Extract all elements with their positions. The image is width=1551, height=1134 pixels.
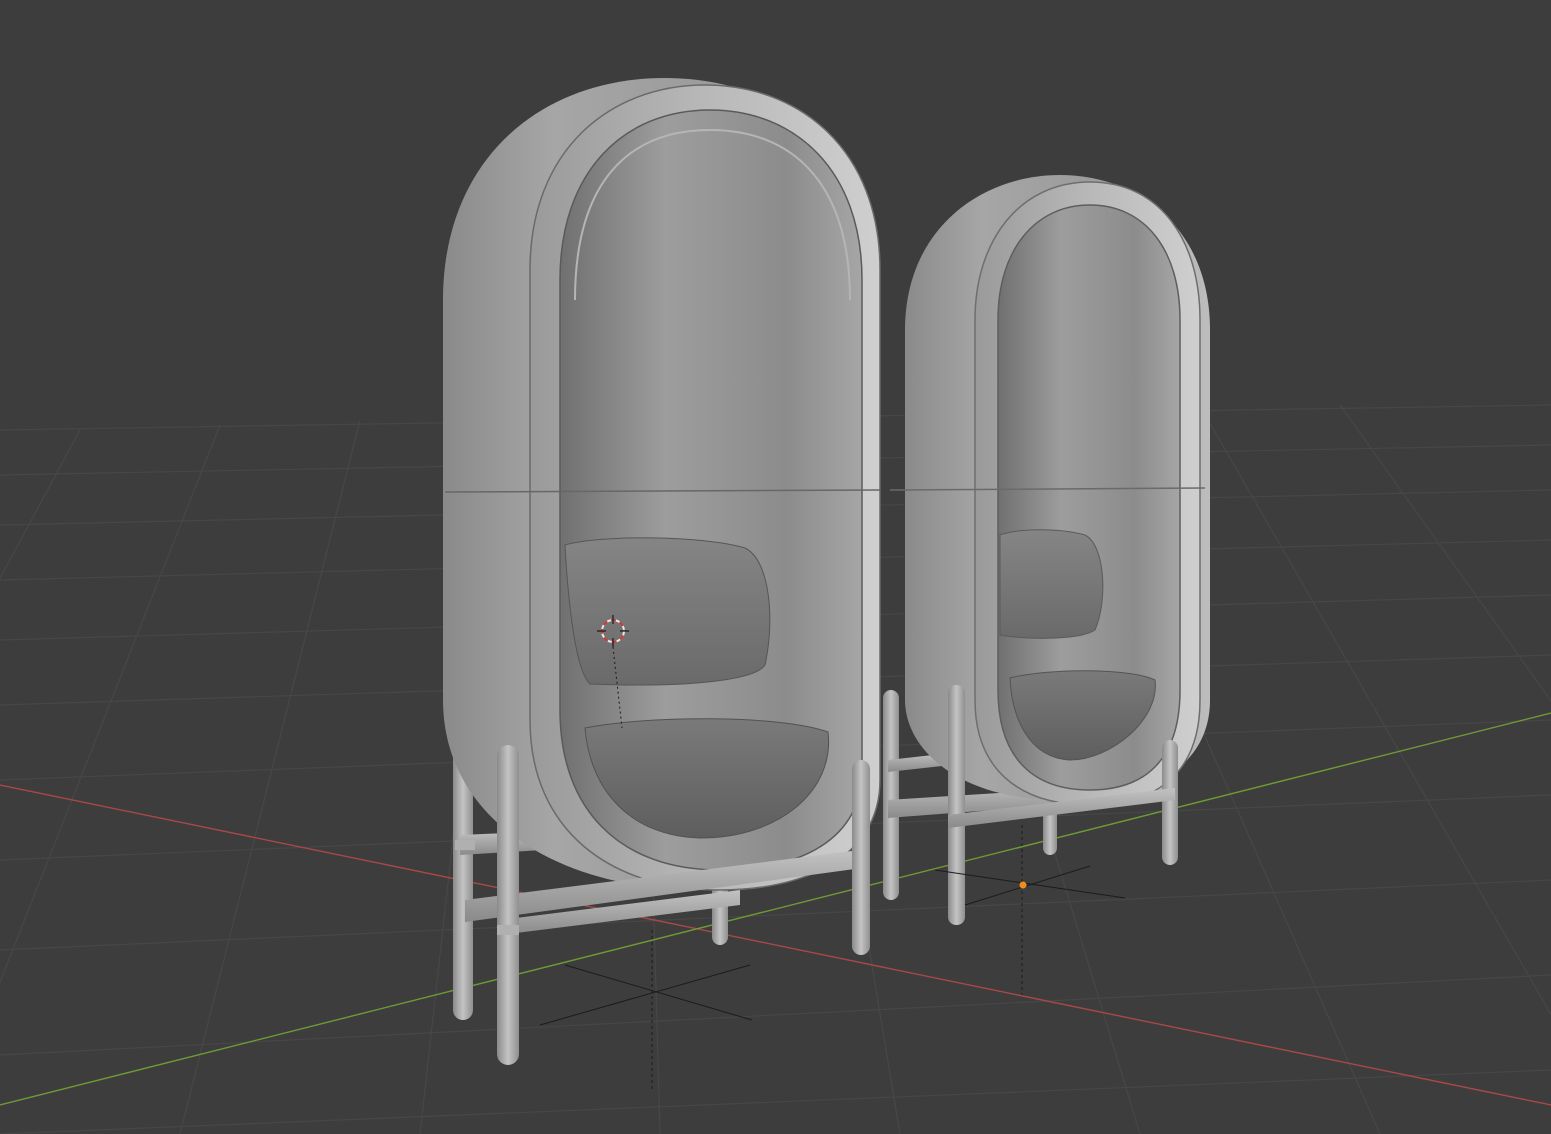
object-origin-dot xyxy=(1019,881,1027,889)
pod-chair-small[interactable] xyxy=(883,175,1210,925)
origin-empty-large xyxy=(539,930,753,1090)
3d-viewport[interactable] xyxy=(0,0,1551,1134)
pod-chair-large[interactable] xyxy=(443,78,881,1065)
